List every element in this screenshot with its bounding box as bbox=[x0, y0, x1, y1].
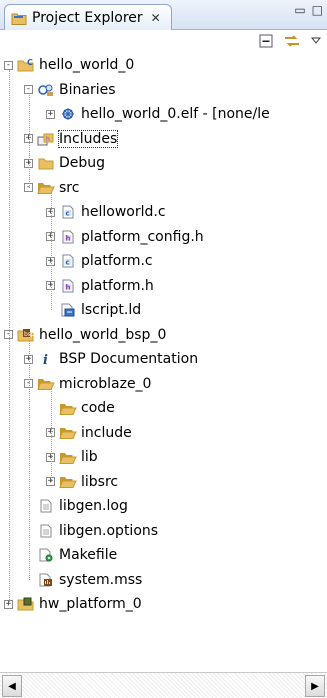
tree-guide-line bbox=[51, 388, 52, 482]
folder-open-icon bbox=[59, 449, 77, 465]
tree-item-label: Includes bbox=[57, 129, 119, 148]
tree-item-label: Binaries bbox=[59, 81, 116, 98]
tab-title: Project Explorer bbox=[32, 9, 143, 26]
tree-item-binaries[interactable]: - Binaries bbox=[24, 78, 116, 102]
tree-item-label: src bbox=[59, 179, 80, 196]
project-tree: - Chello_world_0 - Binaries + hello_world_0.e… bbox=[0, 52, 327, 672]
tree-item-label: microblaze_0 bbox=[59, 375, 152, 392]
collapse-toggle[interactable]: - bbox=[24, 85, 33, 94]
svg-text:h: h bbox=[66, 234, 71, 242]
tree-item-hello-world-0-elf-none-le[interactable]: + hello_world_0.elf - [none/le bbox=[46, 102, 270, 126]
svg-text:bsp: bsp bbox=[24, 331, 35, 338]
tree-item-bsp-documentation[interactable]: + i BSP Documentation bbox=[24, 347, 198, 371]
folder-icon bbox=[37, 155, 55, 171]
tree-item-hw-platform-0[interactable]: + hw_platform_0 bbox=[4, 592, 142, 616]
h-file-icon: h bbox=[59, 278, 77, 294]
tree-item-libgen-log[interactable]: libgen.log bbox=[24, 494, 128, 518]
expand-toggle[interactable]: + bbox=[46, 109, 55, 119]
folder-open-icon bbox=[37, 376, 55, 392]
folder-open-icon bbox=[59, 474, 77, 490]
tree-item-system-mss[interactable]: system.mss bbox=[24, 568, 142, 592]
tree-guide-line bbox=[29, 339, 30, 580]
includes-icon: h bbox=[37, 131, 55, 147]
svg-text:c: c bbox=[66, 210, 70, 218]
elf-binary-icon bbox=[59, 106, 77, 122]
makefile-icon bbox=[37, 547, 55, 563]
svg-text:h: h bbox=[46, 136, 50, 143]
tree-item-label: Debug bbox=[59, 155, 106, 171]
info-icon: i bbox=[37, 351, 55, 367]
collapse-all-icon[interactable] bbox=[259, 34, 273, 48]
svg-text:c: c bbox=[66, 259, 70, 267]
mss-file-icon bbox=[37, 572, 55, 588]
tree-item-hello-world-0[interactable]: - Chello_world_0 bbox=[4, 53, 134, 77]
tree-item-label: hello_world_bsp_0 bbox=[39, 326, 167, 343]
svg-text:C: C bbox=[27, 58, 33, 67]
tree-item-lib[interactable]: + lib bbox=[46, 445, 98, 469]
svg-text:h: h bbox=[66, 283, 71, 291]
tree-item-platform-h[interactable]: + h platform.h bbox=[46, 274, 154, 298]
tree-item-label: system.mss bbox=[59, 571, 143, 588]
tree-item-makefile[interactable]: Makefile bbox=[24, 543, 117, 567]
tree-item-label: Makefile bbox=[59, 547, 118, 563]
c-file-icon: c bbox=[59, 253, 77, 269]
tree-guide-line bbox=[9, 70, 10, 604]
tree-item-label: BSP Documentation bbox=[59, 351, 199, 367]
project-explorer-icon bbox=[11, 13, 27, 25]
tab-project-explorer[interactable]: Project Explorer ✕ bbox=[4, 4, 172, 30]
tree-item-platform-c[interactable]: + c platform.c bbox=[46, 249, 153, 273]
folder-open-icon bbox=[59, 425, 77, 441]
tree-item-label: code bbox=[81, 400, 115, 416]
tree-item-lscript-ld[interactable]: lscript.ld bbox=[46, 298, 141, 322]
tree-item-platform-config-h[interactable]: + h platform_config.h bbox=[46, 225, 204, 249]
tree-item-microblaze-0[interactable]: - microblaze_0 bbox=[24, 372, 151, 396]
tree-item-debug[interactable]: + Debug bbox=[24, 151, 105, 175]
tree-item-label: platform.c bbox=[81, 253, 153, 269]
h-file-icon: h bbox=[59, 229, 77, 245]
tree-item-helloworld-c[interactable]: + c helloworld.c bbox=[46, 200, 166, 224]
tree-item-label: libgen.options bbox=[59, 522, 159, 539]
scroll-left-button[interactable]: ◀ bbox=[2, 675, 22, 697]
minimize-icon[interactable]: ▭ bbox=[294, 3, 305, 17]
horizontal-scrollbar[interactable]: ◀ ▶ bbox=[0, 672, 327, 698]
tree-item-label: hello_world_0.elf - [none/le bbox=[81, 106, 270, 122]
tree-item-label: include bbox=[81, 424, 132, 441]
link-with-editor-icon[interactable] bbox=[283, 34, 301, 48]
tree-item-label: hello_world_0 bbox=[39, 57, 135, 73]
tree-guide-line bbox=[29, 94, 30, 188]
collapse-toggle[interactable]: - bbox=[4, 60, 13, 70]
tree-item-label: lscript.ld bbox=[81, 302, 142, 318]
folder-open-icon bbox=[37, 180, 55, 196]
c-file-icon: c bbox=[59, 204, 77, 220]
tree-item-label: platform_config.h bbox=[81, 228, 204, 245]
tree-item-label: libsrc bbox=[81, 473, 119, 490]
text-file-icon bbox=[37, 498, 55, 514]
tree-item-label: hw_platform_0 bbox=[39, 596, 142, 612]
svg-text:i: i bbox=[43, 353, 48, 366]
text-file-icon bbox=[37, 523, 55, 539]
tree-item-libsrc[interactable]: + libsrc bbox=[46, 470, 118, 494]
view-header: Project Explorer ✕ ▭ □ bbox=[0, 0, 327, 30]
tree-item-code[interactable]: code bbox=[46, 396, 115, 420]
tree-item-includes[interactable]: + h Includes bbox=[24, 127, 119, 151]
tree-item-label: platform.h bbox=[81, 277, 154, 294]
view-toolbar bbox=[0, 30, 327, 54]
linker-script-icon bbox=[59, 302, 77, 318]
bsp-project-icon: bsp bbox=[17, 327, 35, 343]
view-menu-icon[interactable] bbox=[311, 36, 321, 46]
tree-item-label: libgen.log bbox=[59, 498, 128, 514]
hw-platform-icon bbox=[17, 596, 35, 612]
tree-item-label: helloworld.c bbox=[81, 204, 166, 220]
folder-open-icon bbox=[59, 400, 77, 416]
tree-guide-line bbox=[51, 192, 52, 310]
tree-item-label: lib bbox=[81, 449, 98, 465]
tree-item-include[interactable]: + include bbox=[46, 421, 132, 445]
c-project-icon: C bbox=[17, 57, 35, 73]
tree-item-libgen-options[interactable]: libgen.options bbox=[24, 519, 158, 543]
close-icon[interactable]: ✕ bbox=[151, 11, 161, 25]
binaries-icon bbox=[37, 82, 55, 98]
maximize-icon[interactable]: □ bbox=[312, 3, 323, 17]
scroll-right-button[interactable]: ▶ bbox=[305, 675, 325, 697]
